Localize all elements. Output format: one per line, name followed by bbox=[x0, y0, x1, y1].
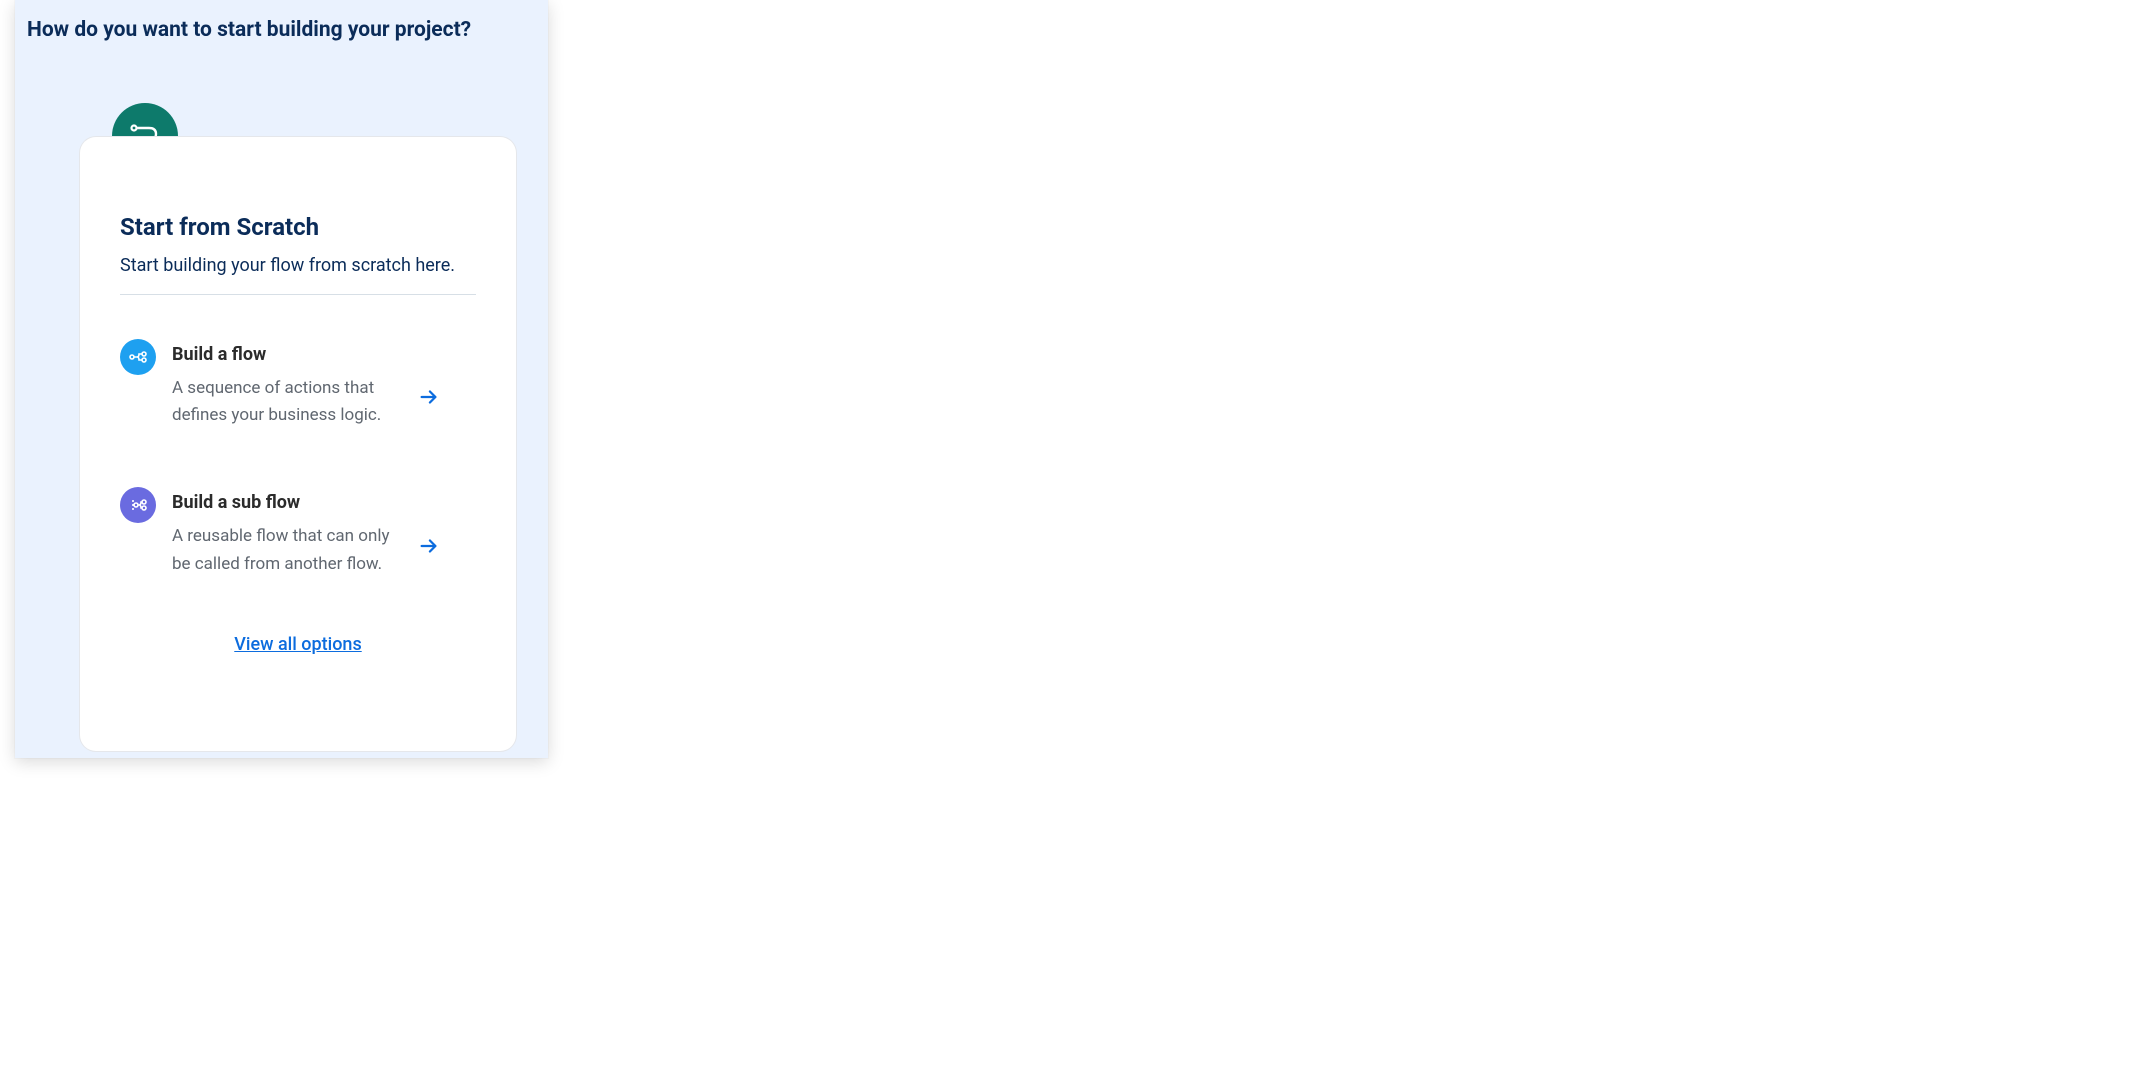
arrow-right-icon bbox=[418, 535, 440, 561]
panel-title: How do you want to start building your p… bbox=[15, 0, 548, 42]
options-list: Build a flow A sequence of actions that … bbox=[120, 325, 476, 592]
option-text: Build a flow A sequence of actions that … bbox=[172, 339, 402, 429]
view-all-options-link[interactable]: View all options bbox=[120, 634, 476, 655]
arrow-right-icon bbox=[418, 386, 440, 412]
option-build-subflow[interactable]: Build a sub flow A reusable flow that ca… bbox=[120, 473, 476, 591]
flow-branch-icon bbox=[120, 339, 156, 375]
option-title: Build a sub flow bbox=[172, 492, 402, 513]
option-description: A reusable flow that can only be called … bbox=[172, 523, 402, 577]
start-from-scratch-card: Start from Scratch Start building your f… bbox=[80, 137, 516, 751]
card-title: Start from Scratch bbox=[120, 213, 476, 241]
subflow-icon bbox=[120, 487, 156, 523]
option-description: A sequence of actions that defines your … bbox=[172, 375, 402, 429]
option-text: Build a sub flow A reusable flow that ca… bbox=[172, 487, 402, 577]
card-subtitle: Start building your flow from scratch he… bbox=[120, 255, 476, 295]
option-build-flow[interactable]: Build a flow A sequence of actions that … bbox=[120, 325, 476, 443]
option-title: Build a flow bbox=[172, 344, 402, 365]
project-start-panel: How do you want to start building your p… bbox=[15, 0, 548, 758]
